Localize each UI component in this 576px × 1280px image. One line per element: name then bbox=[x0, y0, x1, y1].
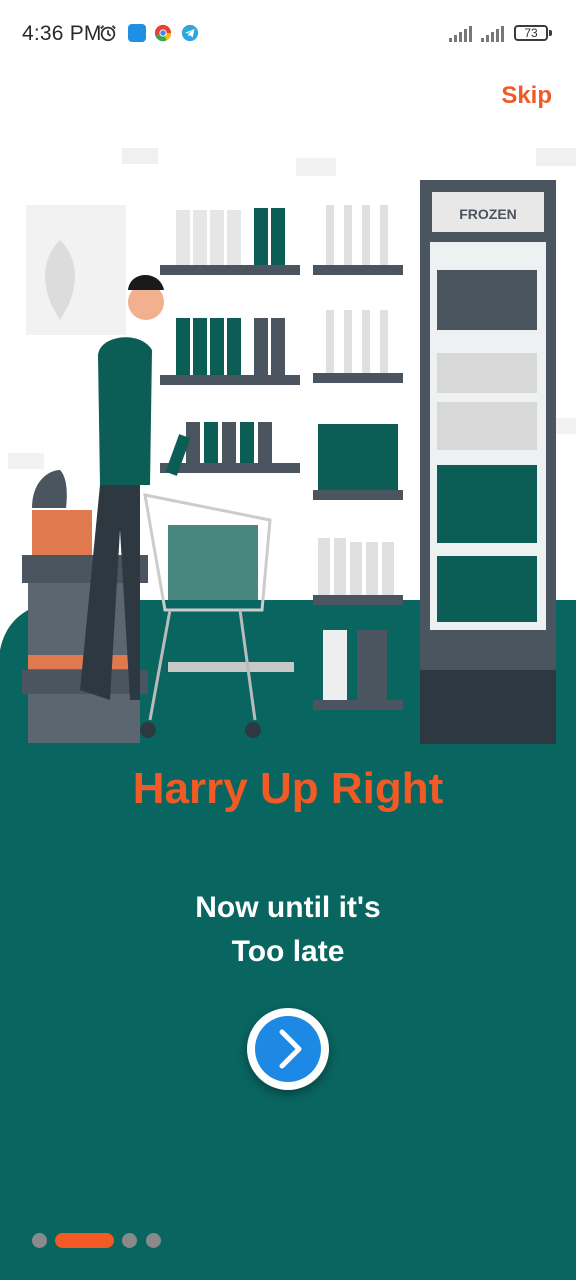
status-bar: 4:36 PM 73 bbox=[0, 0, 576, 68]
next-button-inner bbox=[255, 1016, 321, 1082]
status-time: 4:36 PM bbox=[22, 22, 102, 45]
page-dot-4[interactable] bbox=[146, 1233, 161, 1248]
signal-icon bbox=[449, 26, 472, 42]
page-dot-1[interactable] bbox=[32, 1233, 47, 1248]
next-button[interactable] bbox=[247, 1008, 329, 1090]
alarm-icon bbox=[100, 25, 116, 42]
notification-app-icon bbox=[128, 24, 146, 42]
subtitle-line-1: Now until it's bbox=[195, 891, 381, 924]
skip-button[interactable]: Skip bbox=[501, 82, 552, 110]
battery-nub bbox=[549, 30, 552, 36]
onboarding-subtitle: Now until it's Too late bbox=[0, 886, 576, 974]
telegram-icon bbox=[181, 24, 199, 42]
chevron-right-icon bbox=[279, 1029, 302, 1069]
signal-icon bbox=[481, 26, 504, 42]
freezer-label: FROZEN bbox=[459, 206, 517, 222]
chrome-icon bbox=[154, 24, 172, 42]
supermarket-illustration: FROZEN bbox=[0, 148, 576, 750]
page-dot-2-active[interactable] bbox=[55, 1233, 114, 1248]
battery-icon: 73 bbox=[514, 25, 548, 41]
onboarding-headline: Harry Up Right bbox=[132, 764, 444, 813]
page-dot-3[interactable] bbox=[122, 1233, 137, 1248]
subtitle-line-2: Too late bbox=[231, 935, 345, 968]
